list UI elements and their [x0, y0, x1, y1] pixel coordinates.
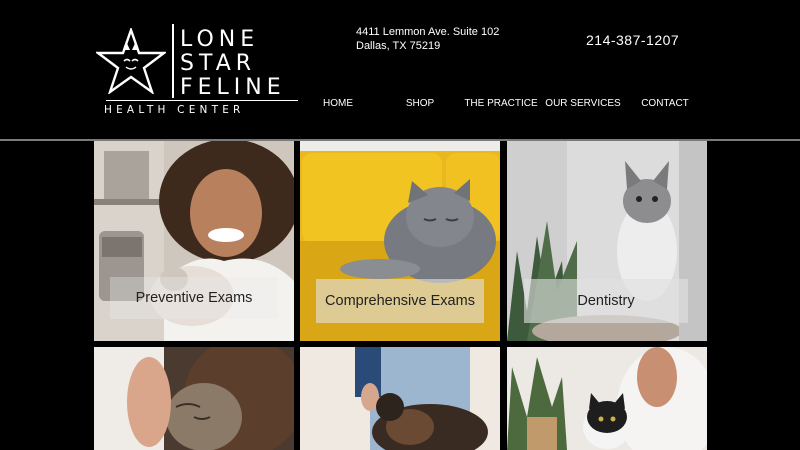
nav-home[interactable]: HOME: [323, 98, 353, 109]
person-hugging-tabby-photo: [94, 347, 294, 450]
logo-word-feline: FELINE: [180, 75, 286, 100]
clinic-address: 4411 Lemmon Ave. Suite 102 Dallas, TX 75…: [356, 25, 499, 53]
service-tile-4[interactable]: [94, 347, 294, 450]
nav-contact[interactable]: CONTACT: [641, 98, 689, 109]
star-cat-icon: [96, 28, 166, 94]
address-line-2: Dallas, TX 75219: [356, 40, 441, 52]
service-tile-preventive-exams[interactable]: Preventive Exams: [94, 141, 294, 341]
nav-the-practice[interactable]: THE PRACTICE: [464, 98, 537, 109]
logo-word-star: STAR: [180, 51, 257, 76]
nav-shop[interactable]: SHOP: [406, 98, 434, 109]
service-tile-dentistry[interactable]: Dentistry: [507, 141, 707, 341]
logo-divider: [172, 24, 174, 98]
person-with-tortie-cat-photo: [300, 347, 500, 450]
address-line-1: 4411 Lemmon Ave. Suite 102: [356, 26, 500, 38]
tile-label: Comprehensive Exams: [316, 279, 484, 323]
tile-label: Dentistry: [524, 279, 688, 323]
clinic-phone[interactable]: 214-387-1207: [586, 32, 679, 48]
site-header: LONE STAR FELINE HEALTH CENTER 4411 Lemm…: [0, 0, 800, 141]
tile-label: Preventive Exams: [110, 277, 278, 319]
service-tile-5[interactable]: [300, 347, 500, 450]
person-with-tuxedo-cat-photo: [507, 347, 707, 450]
service-tile-6[interactable]: [507, 347, 707, 450]
logo-word-lone: LONE: [180, 27, 260, 52]
service-tile-comprehensive-exams[interactable]: Comprehensive Exams: [300, 141, 500, 341]
nav-our-services[interactable]: OUR SERVICES: [545, 98, 620, 109]
main-nav: HOME SHOP THE PRACTICE OUR SERVICES CONT…: [0, 98, 800, 114]
